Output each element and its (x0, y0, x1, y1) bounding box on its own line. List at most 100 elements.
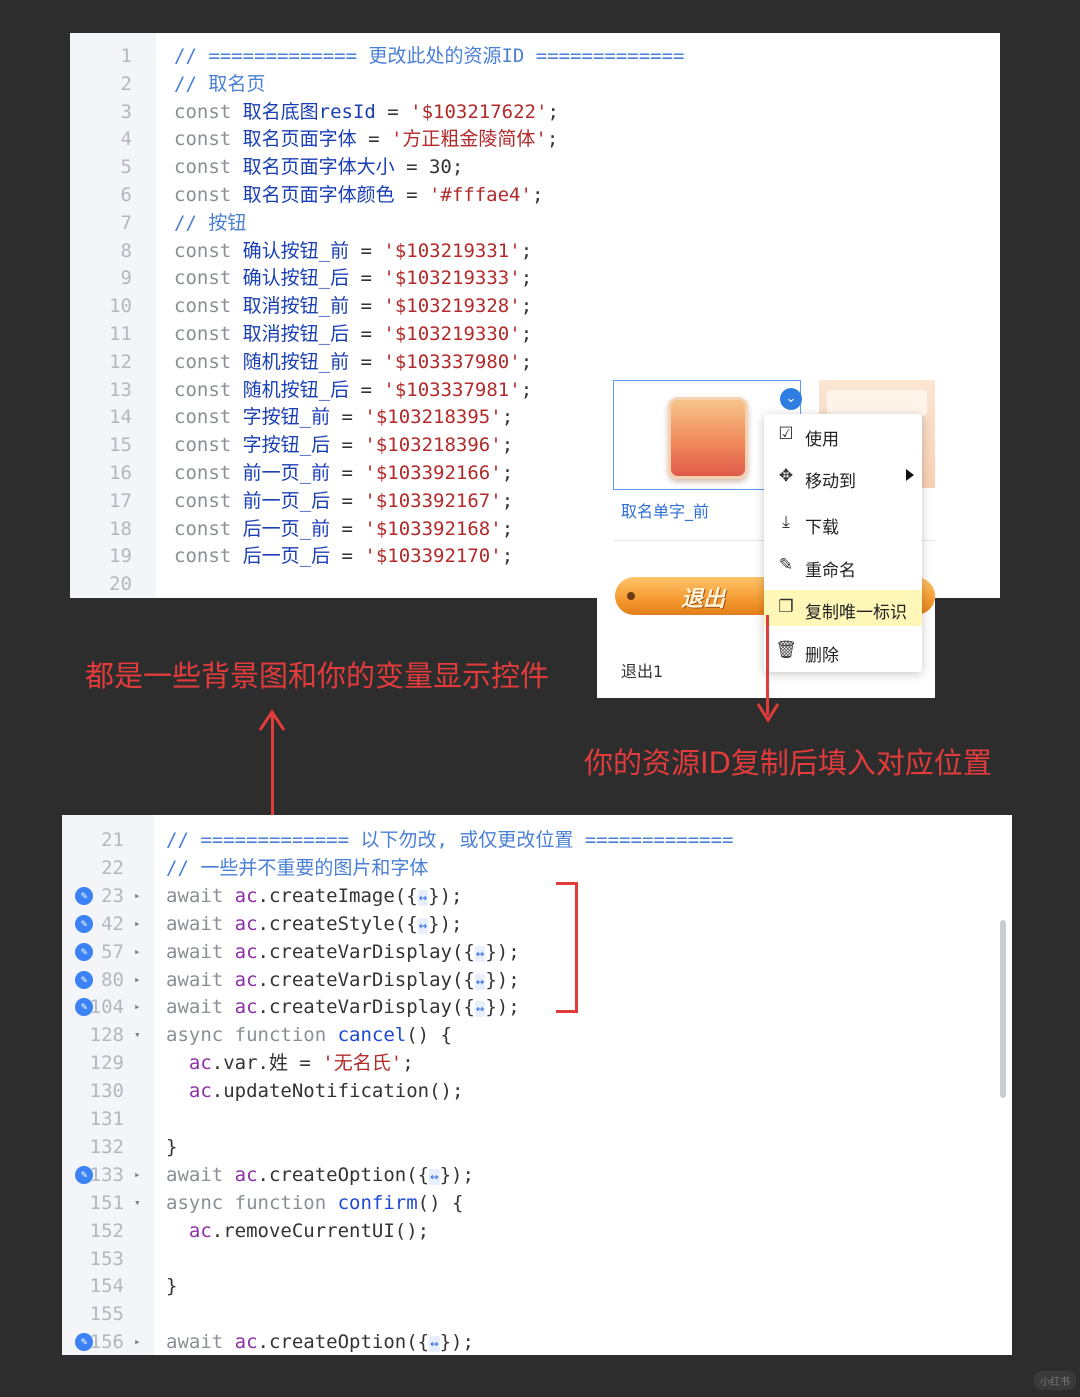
line-number: 154 (89, 1275, 124, 1298)
code-line[interactable]: 152 ac.removeCurrentUI(); (62, 1217, 1012, 1245)
code-text: const 随机按钮_后 = '$103337981'; (174, 378, 533, 401)
code-line[interactable]: 6 const 取名页面字体颜色 = '#fffae4'; (70, 181, 1000, 209)
menu-item-download[interactable]: ⤓ 下载 (764, 505, 922, 541)
line-number: 133 (89, 1163, 124, 1186)
line-number: 155 (89, 1303, 124, 1326)
line-number: 13 (109, 378, 132, 401)
code-line[interactable]: 22 // 一些并不重要的图片和字体 (62, 854, 1012, 882)
code-line[interactable]: 130 ac.updateNotification(); (62, 1077, 1012, 1105)
exit-button-text: 退出 (681, 587, 726, 612)
context-menu: ☑ 使用 ✥ 移动到 ⤓ 下载 ✎ 重命名 ❐ 复制唯一标识 🗑 删除 (764, 414, 922, 672)
menu-item-checkbox[interactable]: ☑ 使用 (764, 417, 922, 453)
red-bracket (556, 882, 578, 1013)
line-number: 7 (120, 211, 132, 234)
menu-item-trash[interactable]: 🗑 删除 (764, 633, 922, 669)
vertical-scrollbar[interactable] (1000, 920, 1006, 1098)
menu-item-copy[interactable]: ❐ 复制唯一标识 (764, 590, 922, 626)
line-number: 153 (89, 1247, 124, 1270)
fold-closed-icon[interactable]: ▸ (134, 938, 141, 966)
line-number: 129 (89, 1052, 124, 1075)
chevron-down-icon[interactable]: ⌄ (780, 388, 802, 410)
arrow-down-icon (756, 703, 780, 723)
code-line[interactable]: ✎ 80 ▸ await ac.createVarDisplay({↔}); (62, 966, 1012, 994)
fold-closed-icon[interactable]: ▸ (134, 1328, 141, 1356)
code-text: const 取名页面字体颜色 = '#fffae4'; (174, 184, 544, 206)
arrow-up-icon (258, 709, 286, 731)
code-line[interactable]: 11 const 取消按钮_后 = '$103219330'; (70, 320, 1000, 348)
code-line[interactable]: ✎ 133 ▸ await ac.createOption({↔}); (62, 1161, 1012, 1189)
code-line[interactable]: 5 const 取名页面字体大小 = 30; (70, 153, 1000, 181)
code-line[interactable]: 131 (62, 1105, 1012, 1133)
code-text: // ============= 以下勿改, 或仅更改位置 ==========… (166, 829, 734, 851)
menu-item-label: 复制唯一标识 (805, 603, 907, 623)
watermark: 小红书 (1034, 1371, 1076, 1390)
line-number: 9 (120, 267, 132, 290)
code-line[interactable]: 7 // 按钮 (70, 209, 1000, 237)
code-line[interactable]: ✎ 104 ▸ await ac.createVarDisplay({↔}); (62, 993, 1012, 1021)
menu-item-label: 删除 (805, 646, 839, 666)
code-line[interactable]: 3 const 取名底图resId = '$103217622'; (70, 98, 1000, 126)
code-text: // 一些并不重要的图片和字体 (166, 856, 429, 879)
fold-closed-icon[interactable]: ▸ (134, 882, 141, 910)
code-text: ac.updateNotification(); (188, 1080, 464, 1103)
code-line[interactable]: 10 const 取消按钮_前 = '$103219328'; (70, 292, 1000, 320)
line-number: 17 (109, 489, 132, 512)
code-text: await ac.createOption({↔}); (166, 1163, 474, 1186)
menu-item-move[interactable]: ✥ 移动到 (764, 459, 922, 495)
line-number: 80 (101, 968, 124, 991)
menu-item-pencil[interactable]: ✎ 重命名 (764, 548, 922, 584)
code-line[interactable]: 8 const 确认按钮_前 = '$103219331'; (70, 237, 1000, 265)
code-line[interactable]: 154} (62, 1272, 1012, 1300)
fold-closed-icon[interactable]: ▸ (134, 966, 141, 994)
code-line[interactable]: 132} (62, 1133, 1012, 1161)
line-number: 15 (109, 434, 132, 457)
fold-closed-icon[interactable]: ▸ (134, 993, 141, 1021)
line-number: 2 (120, 72, 132, 95)
code-line[interactable]: 151 ▾ async function confirm() { (62, 1189, 1012, 1217)
menu-item-label: 重命名 (805, 561, 856, 581)
fold-open-icon[interactable]: ▾ (134, 1189, 141, 1217)
code-line[interactable]: 2 // 取名页 (70, 70, 1000, 98)
line-number: 6 (120, 184, 132, 206)
line-number: 16 (109, 462, 132, 484)
code-text: // 按钮 (174, 211, 247, 234)
code-text: ac.var.姓 = '无名氏'; (188, 1052, 414, 1075)
code-line[interactable]: 9 const 确认按钮_后 = '$103219333'; (70, 264, 1000, 292)
asset-thumbnail (668, 397, 748, 479)
line-number: 1 (120, 45, 132, 67)
code-line[interactable]: ✎ 42 ▸ await ac.createStyle({↔}); (62, 910, 1012, 938)
code-line[interactable]: 128 ▾ async function cancel() { (62, 1021, 1012, 1049)
code-line[interactable]: 12 const 随机按钮_前 = '$103337980'; (70, 348, 1000, 376)
move-icon: ✥ (778, 466, 794, 486)
code-line[interactable]: ✎ 57 ▸ await ac.createVarDisplay({↔}); (62, 938, 1012, 966)
code-text: const 取名页面字体大小 = 30; (174, 156, 464, 179)
line-number: 104 (89, 996, 124, 1019)
code-text: // 取名页 (174, 72, 266, 95)
code-text: ac.removeCurrentUI(); (188, 1219, 430, 1242)
menu-item-label: 下载 (805, 518, 839, 538)
code-line[interactable]: 129 ac.var.姓 = '无名氏'; (62, 1049, 1012, 1077)
fold-open-icon[interactable]: ▾ (134, 1021, 141, 1049)
asset-name-label-exit: 退出1 (621, 662, 664, 681)
code-text: const 取消按钮_前 = '$103219328'; (174, 295, 533, 318)
fold-closed-icon[interactable]: ▸ (134, 910, 141, 938)
annotation-right: 你的资源ID复制后填入对应位置 (584, 746, 992, 780)
code-text: } (166, 1275, 178, 1298)
line-number: 10 (109, 295, 132, 318)
code-text: // ============= 更改此处的资源ID ============= (174, 45, 685, 67)
line-number: 19 (109, 545, 132, 568)
code-text: const 前一页_前 = '$103392166'; (174, 462, 514, 484)
code-line[interactable]: ✎ 23 ▸ await ac.createImage({↔}); (62, 882, 1012, 910)
checkbox-icon: ☑ (778, 424, 794, 444)
code-line[interactable]: 1 // ============= 更改此处的资源ID ============… (70, 42, 1000, 70)
code-line[interactable]: 153 (62, 1245, 1012, 1273)
code-line[interactable]: 155 (62, 1300, 1012, 1328)
line-number: 3 (120, 100, 132, 123)
code-line[interactable]: 4 const 取名页面字体 = '方正粗金陵简体'; (70, 125, 1000, 153)
code-text: await ac.createOption({↔}); (166, 1331, 474, 1354)
code-line[interactable]: 21 // ============= 以下勿改, 或仅更改位置 ========… (62, 826, 1012, 854)
fold-closed-icon[interactable]: ▸ (134, 1161, 141, 1189)
line-number: 4 (120, 128, 132, 151)
code-line[interactable]: ✎ 156 ▸ await ac.createOption({↔}); (62, 1328, 1012, 1356)
code-text: const 前一页_后 = '$103392167'; (174, 489, 514, 512)
